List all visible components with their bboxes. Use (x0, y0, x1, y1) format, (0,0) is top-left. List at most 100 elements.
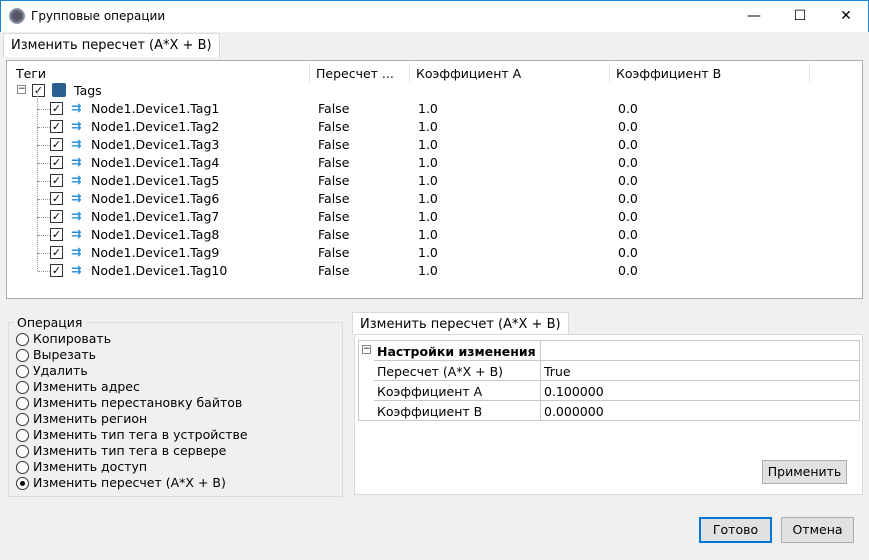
property-row[interactable]: Пересчет (A*X + B) True (374, 361, 860, 381)
radio-label: Изменить доступ (33, 459, 148, 474)
table-row[interactable]: ✓ ⇉ Node1.Device1.Tag8 False 1.0 0.0 (15, 217, 805, 244)
tag-checkbox[interactable]: ✓ (50, 138, 63, 151)
table-row[interactable]: ✓ ⇉ Node1.Device1.Tag3 False 1.0 0.0 (15, 127, 805, 154)
radio-circle[interactable] (16, 445, 29, 458)
tag-icon: ⇉ (71, 172, 82, 187)
tag-coef-a: 1.0 (418, 209, 438, 224)
property-value[interactable]: 0.000000 (544, 404, 604, 419)
col-header-coef-b[interactable]: Коэффициент B (610, 63, 810, 83)
title-bar: Групповые операции — ☐ ✕ (0, 0, 869, 32)
table-row[interactable]: ✓ ⇉ Node1.Device1.Tag9 False 1.0 0.0 (15, 235, 805, 262)
root-checkbox[interactable]: ✓ (32, 84, 45, 97)
tag-recalc: False (318, 191, 350, 206)
tag-name: Node1.Device1.Tag1 (91, 101, 220, 116)
col-header-coef-a[interactable]: Коэффициент A (410, 63, 610, 83)
table-row[interactable]: ✓ ⇉ Node1.Device1.Tag6 False 1.0 0.0 (15, 181, 805, 208)
property-row[interactable]: Коэффициент A 0.100000 (374, 381, 860, 401)
tag-recalc: False (318, 245, 350, 260)
property-name: Пересчет (A*X + B) (377, 364, 504, 379)
property-value[interactable]: True (544, 364, 571, 379)
radio-circle[interactable] (16, 333, 29, 346)
tag-name: Node1.Device1.Tag9 (91, 245, 220, 260)
tag-name: Node1.Device1.Tag2 (91, 119, 220, 134)
table-row[interactable]: ✓ ⇉ Node1.Device1.Tag10 False 1.0 0.0 (15, 253, 805, 280)
table-row[interactable]: ✓ ⇉ Node1.Device1.Tag7 False 1.0 0.0 (15, 199, 805, 226)
category-label: Настройки изменения (377, 344, 536, 359)
tag-checkbox[interactable]: ✓ (50, 102, 63, 115)
tab-recalc[interactable]: Изменить пересчет (A*X + B) (3, 33, 220, 57)
tag-coef-a: 1.0 (418, 101, 438, 116)
minimize-button[interactable]: — (731, 1, 777, 32)
tag-checkbox[interactable]: ✓ (50, 228, 63, 241)
close-button[interactable]: ✕ (823, 1, 869, 32)
radio-circle[interactable] (16, 381, 29, 394)
tag-checkbox[interactable]: ✓ (50, 264, 63, 277)
tag-name: Node1.Device1.Tag3 (91, 137, 220, 152)
tag-recalc: False (318, 209, 350, 224)
radio-label: Вырезать (33, 347, 97, 362)
category-collapse-icon[interactable]: − (362, 345, 371, 354)
tag-coef-a: 1.0 (418, 155, 438, 170)
ok-button[interactable]: Готово (699, 517, 772, 543)
col-header-recalc[interactable]: Пересчет ... (310, 63, 410, 83)
property-value[interactable]: 0.100000 (544, 384, 604, 399)
radio-label: Изменить регион (33, 411, 148, 426)
app-icon (9, 8, 25, 24)
category-row: Настройки изменения (374, 341, 860, 361)
tag-checkbox[interactable]: ✓ (50, 120, 63, 133)
tag-icon: ⇉ (71, 190, 82, 205)
tag-checkbox[interactable]: ✓ (50, 174, 63, 187)
tag-checkbox[interactable]: ✓ (50, 246, 63, 259)
tag-coef-a: 1.0 (418, 227, 438, 242)
radio-circle[interactable] (16, 349, 29, 362)
radio-label: Изменить пересчет (A*X + B) (33, 475, 226, 490)
tag-coef-b: 0.0 (618, 263, 638, 278)
radio-circle[interactable] (16, 397, 29, 410)
table-row[interactable]: ✓ ⇉ Node1.Device1.Tag2 False 1.0 0.0 (15, 109, 805, 136)
apply-button[interactable]: Применить (762, 460, 847, 484)
operation-legend: Операция (17, 315, 83, 330)
radio-circle[interactable] (16, 477, 29, 490)
col-header-tags[interactable]: Теги (10, 63, 310, 83)
radio-circle[interactable] (16, 429, 29, 442)
tag-coef-a: 1.0 (418, 245, 438, 260)
tag-checkbox[interactable]: ✓ (50, 156, 63, 169)
radio-circle[interactable] (16, 461, 29, 474)
tag-icon: ⇉ (71, 208, 82, 223)
tag-coef-b: 0.0 (618, 191, 638, 206)
tag-recalc: False (318, 155, 350, 170)
table-row[interactable]: ✓ ⇉ Node1.Device1.Tag4 False 1.0 0.0 (15, 145, 805, 172)
tag-icon: ⇉ (71, 226, 82, 241)
tag-recalc: False (318, 173, 350, 188)
tag-tree[interactable]: Теги Пересчет ... Коэффициент A Коэффици… (6, 60, 863, 299)
property-row[interactable]: Коэффициент B 0.000000 (374, 401, 860, 421)
tag-checkbox[interactable]: ✓ (50, 192, 63, 205)
tag-coef-a: 1.0 (418, 263, 438, 278)
tab-settings[interactable]: Изменить пересчет (A*X + B) (352, 312, 569, 335)
radio-label: Изменить тип тега в сервере (33, 443, 227, 458)
tag-coef-b: 0.0 (618, 101, 638, 116)
root-label: Tags (74, 83, 102, 98)
tag-coef-b: 0.0 (618, 209, 638, 224)
tag-coef-a: 1.0 (418, 191, 438, 206)
radio-circle[interactable] (16, 365, 29, 378)
radio-circle[interactable] (16, 413, 29, 426)
tag-coef-b: 0.0 (618, 137, 638, 152)
tag-checkbox[interactable]: ✓ (50, 210, 63, 223)
tag-coef-a: 1.0 (418, 137, 438, 152)
tag-recalc: False (318, 263, 350, 278)
table-row[interactable]: ✓ ⇉ Node1.Device1.Tag5 False 1.0 0.0 (15, 163, 805, 190)
radio-label: Изменить перестановку байтов (33, 395, 243, 410)
folder-icon (52, 83, 66, 97)
tree-root-row[interactable]: − ✓ Tags (15, 82, 805, 100)
table-row[interactable]: ✓ ⇉ Node1.Device1.Tag1 False 1.0 0.0 (15, 91, 805, 118)
property-name: Коэффициент B (377, 404, 483, 419)
tag-recalc: False (318, 101, 350, 116)
radio-label: Изменить тип тега в устройстве (33, 427, 248, 442)
window-title: Групповые операции (31, 9, 166, 23)
collapse-toggle[interactable]: − (17, 85, 26, 94)
tag-coef-b: 0.0 (618, 119, 638, 134)
maximize-button[interactable]: ☐ (777, 1, 823, 32)
tag-coef-a: 1.0 (418, 173, 438, 188)
cancel-button[interactable]: Отмена (781, 517, 854, 543)
